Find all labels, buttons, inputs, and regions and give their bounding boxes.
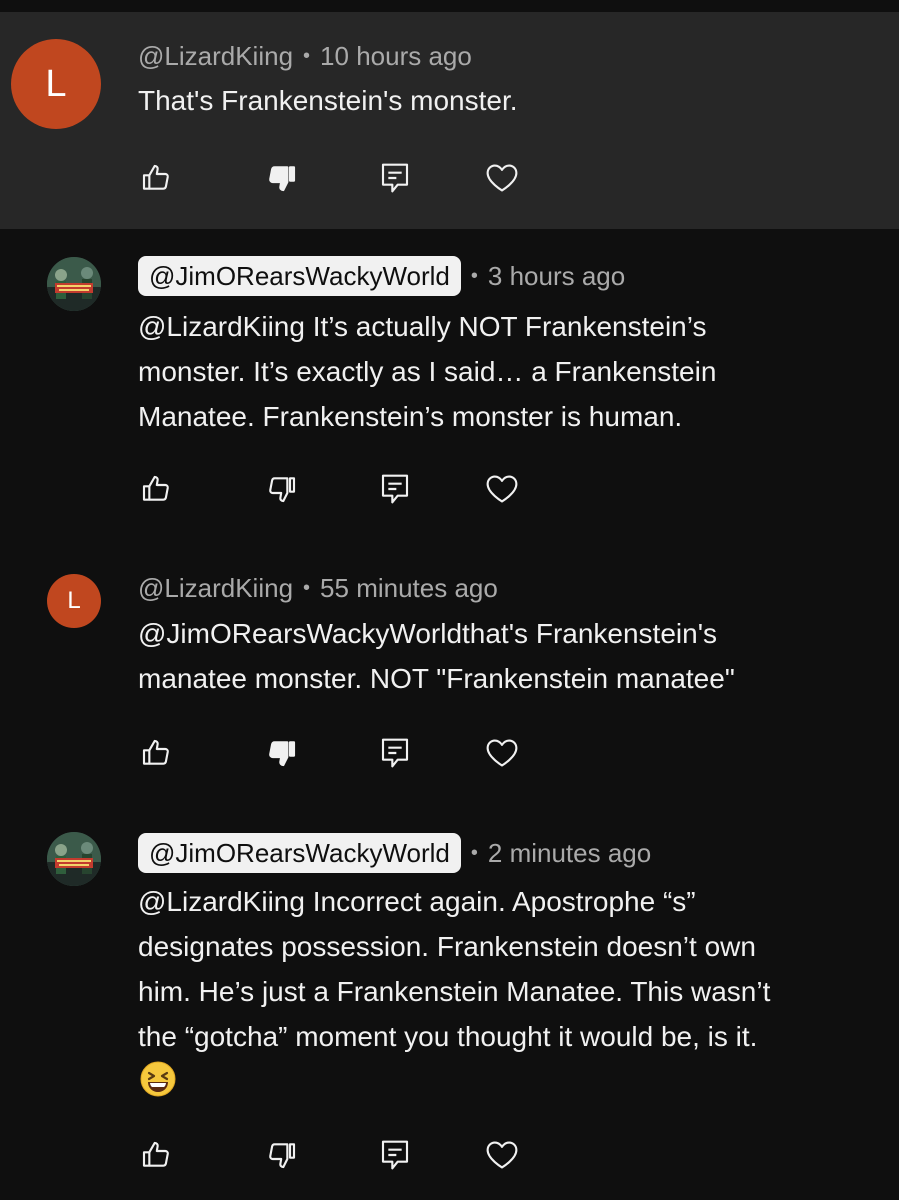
heart-button[interactable] bbox=[482, 158, 522, 198]
separator-dot: • bbox=[470, 841, 478, 864]
comment-meta: @JimORearsWackyWorld • 2 minutes ago bbox=[138, 833, 651, 873]
reply-icon bbox=[381, 474, 409, 504]
thumbs-down-icon bbox=[269, 166, 296, 192]
comment-text: @LizardKiing It’s actually NOT Frankenst… bbox=[138, 311, 717, 432]
comment-actions bbox=[138, 469, 538, 509]
comment: @JimORearsWackyWorld • 3 hours ago @Liza… bbox=[0, 229, 899, 545]
avatar[interactable]: L bbox=[47, 574, 101, 628]
comment-highlighted: L @LizardKiing • 10 hours ago That's Fra… bbox=[0, 12, 899, 229]
reply-button[interactable] bbox=[375, 469, 415, 509]
like-button[interactable] bbox=[136, 469, 176, 509]
separator-dot: • bbox=[303, 576, 311, 599]
comment-text: @JimORearsWackyWorldthat's Frankenstein'… bbox=[138, 618, 735, 694]
dislike-button[interactable] bbox=[262, 469, 302, 509]
avatar-letter: L bbox=[45, 62, 67, 105]
comment-time[interactable]: 3 hours ago bbox=[488, 261, 625, 292]
comment-time[interactable]: 55 minutes ago bbox=[320, 573, 498, 604]
grinning-squinting-face-emoji bbox=[138, 1059, 178, 1112]
thumbs-up-icon bbox=[142, 475, 169, 501]
comment-meta: @LizardKiing • 10 hours ago bbox=[138, 38, 472, 74]
comment-actions bbox=[138, 1135, 538, 1175]
comment-author-creator-badge[interactable]: @JimORearsWackyWorld bbox=[138, 833, 461, 873]
comment-actions bbox=[138, 733, 538, 773]
separator-dot: • bbox=[470, 264, 478, 287]
comment-actions bbox=[138, 158, 538, 198]
comment-time[interactable]: 2 minutes ago bbox=[488, 838, 651, 869]
top-strip bbox=[0, 0, 899, 12]
thumbs-up-icon bbox=[142, 164, 169, 190]
comment-text: That's Frankenstein's monster. bbox=[138, 85, 518, 116]
heart-icon bbox=[486, 164, 518, 192]
thumbs-down-icon bbox=[269, 741, 296, 767]
heart-button[interactable] bbox=[482, 733, 522, 773]
comment-author-creator-badge[interactable]: @JimORearsWackyWorld bbox=[138, 256, 461, 296]
dislike-button[interactable] bbox=[262, 1135, 302, 1175]
avatar[interactable]: L bbox=[11, 39, 101, 129]
like-button[interactable] bbox=[136, 1135, 176, 1175]
heart-button[interactable] bbox=[482, 469, 522, 509]
dislike-button[interactable] bbox=[262, 733, 302, 773]
heart-icon bbox=[486, 475, 518, 503]
thumbs-down-icon bbox=[269, 1143, 296, 1169]
channel-avatar-image bbox=[47, 832, 101, 886]
thumbs-down-icon bbox=[269, 477, 296, 503]
reply-icon bbox=[381, 1140, 409, 1170]
comment-author[interactable]: @LizardKiing bbox=[138, 573, 293, 604]
channel-avatar-image bbox=[47, 257, 101, 311]
avatar[interactable] bbox=[47, 257, 101, 311]
comment-text-body: @LizardKiing Incorrect again. Apostrophe… bbox=[138, 886, 771, 1052]
avatar-letter: L bbox=[67, 587, 81, 614]
reply-icon bbox=[381, 163, 409, 193]
dislike-button[interactable] bbox=[262, 158, 302, 198]
reply-button[interactable] bbox=[375, 733, 415, 773]
comment-text: @LizardKiing Incorrect again. Apostrophe… bbox=[138, 879, 888, 1112]
reply-icon bbox=[381, 738, 409, 768]
comment: @JimORearsWackyWorld • 2 minutes ago @Li… bbox=[0, 810, 899, 1200]
comment-author[interactable]: @LizardKiing bbox=[138, 41, 293, 72]
like-button[interactable] bbox=[136, 733, 176, 773]
comment-meta: @LizardKiing • 55 minutes ago bbox=[138, 570, 498, 606]
comment-time[interactable]: 10 hours ago bbox=[320, 41, 472, 72]
reply-button[interactable] bbox=[375, 1135, 415, 1175]
comment: L @LizardKiing • 55 minutes ago @JimORea… bbox=[0, 545, 899, 810]
avatar[interactable] bbox=[47, 832, 101, 886]
heart-icon bbox=[486, 739, 518, 767]
reply-button[interactable] bbox=[375, 158, 415, 198]
comment-meta: @JimORearsWackyWorld • 3 hours ago bbox=[138, 256, 625, 296]
thumbs-up-icon bbox=[142, 1141, 169, 1167]
like-button[interactable] bbox=[136, 158, 176, 198]
separator-dot: • bbox=[303, 44, 311, 67]
thumbs-up-icon bbox=[142, 739, 169, 765]
heart-icon bbox=[486, 1141, 518, 1169]
heart-button[interactable] bbox=[482, 1135, 522, 1175]
